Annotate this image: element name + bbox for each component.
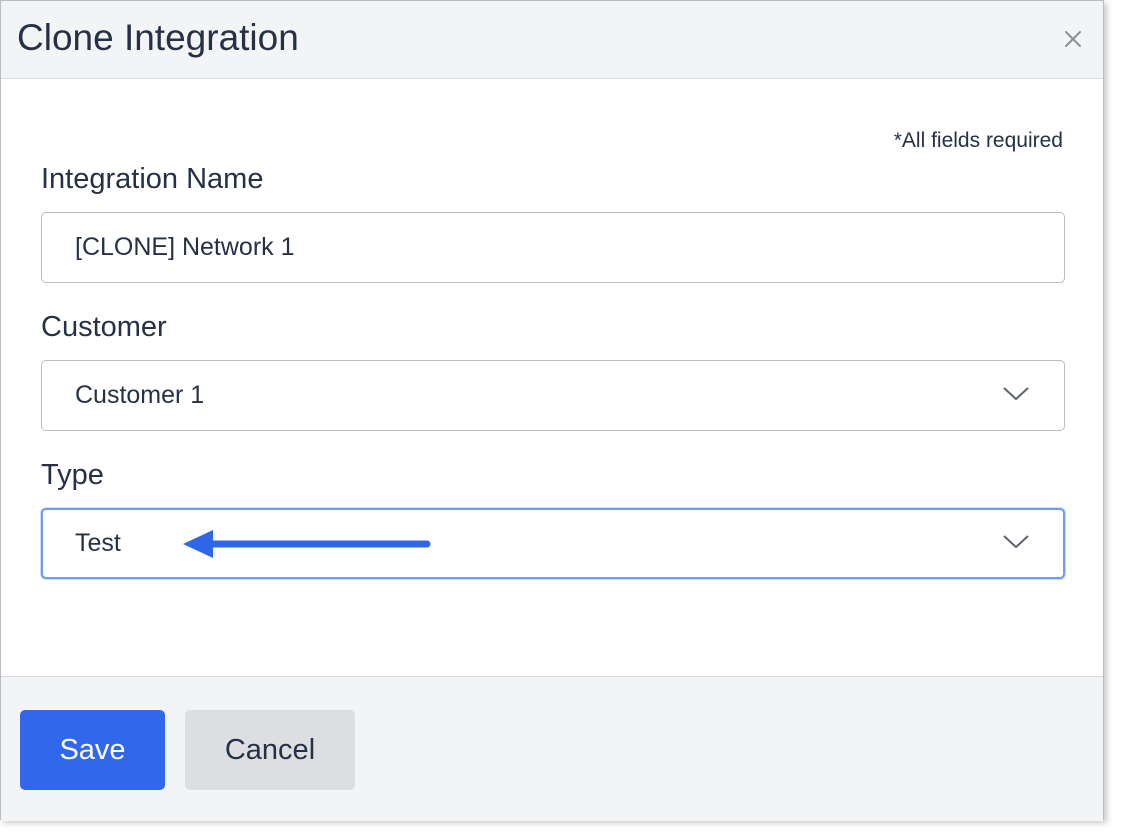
close-button[interactable] xyxy=(1057,23,1089,55)
dialog-footer: Save Cancel xyxy=(1,676,1103,821)
customer-selected-value: Customer 1 xyxy=(75,381,205,409)
dialog-header: Clone Integration xyxy=(1,1,1103,79)
integration-name-input[interactable] xyxy=(75,213,1035,282)
type-label: Type xyxy=(41,459,104,491)
chevron-down-icon xyxy=(1003,387,1029,401)
save-button[interactable]: Save xyxy=(20,710,165,790)
customer-select[interactable]: Customer 1 xyxy=(41,360,1065,431)
clone-integration-dialog: Clone Integration *All fields required I… xyxy=(0,0,1104,821)
dialog-body: *All fields required Integration Name Cu… xyxy=(1,79,1103,676)
dialog-title: Clone Integration xyxy=(17,17,299,58)
required-fields-note: *All fields required xyxy=(893,129,1063,152)
close-icon xyxy=(1065,31,1081,47)
customer-label: Customer xyxy=(41,311,167,343)
type-selected-value: Test xyxy=(75,529,121,557)
integration-name-field xyxy=(41,212,1065,283)
type-select[interactable]: Test xyxy=(41,508,1065,579)
chevron-down-icon xyxy=(1003,535,1029,549)
integration-name-label: Integration Name xyxy=(41,163,264,195)
arrow-left-icon xyxy=(183,530,431,558)
cancel-button[interactable]: Cancel xyxy=(185,710,355,790)
